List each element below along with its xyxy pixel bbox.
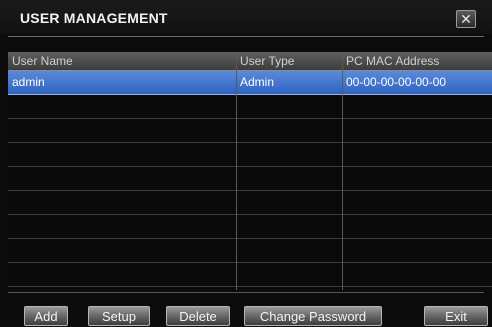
title-divider [8,36,484,37]
title-bar: USER MANAGEMENT ✕ [0,0,492,34]
cell-user-name: admin [12,75,45,89]
user-table: User Name User Type PC MAC Address admin… [8,52,492,290]
cell-user-type: Admin [240,75,275,89]
column-header-mac-address[interactable]: PC MAC Address [346,52,486,71]
change-password-button[interactable]: Change Password [244,306,382,326]
delete-button[interactable]: Delete [166,306,230,326]
column-divider [236,52,237,290]
table-row[interactable] [8,167,492,191]
user-management-dialog: USER MANAGEMENT ✕ User Name User Type PC… [0,0,492,326]
add-button[interactable]: Add [24,306,68,326]
table-header: User Name User Type PC MAC Address [8,52,492,71]
column-divider [342,52,343,290]
table-row[interactable] [8,215,492,239]
footer-divider [8,292,484,293]
exit-button[interactable]: Exit [424,306,488,326]
close-icon: ✕ [460,11,472,27]
column-header-user-name[interactable]: User Name [12,52,234,71]
table-row[interactable] [8,191,492,215]
table-row[interactable] [8,263,492,287]
setup-button[interactable]: Setup [88,306,150,326]
table-row[interactable] [8,95,492,119]
table-row[interactable] [8,143,492,167]
column-header-user-type[interactable]: User Type [240,52,340,71]
table-row[interactable] [8,119,492,143]
table-row[interactable]: admin Admin 00-00-00-00-00-00 [8,71,492,95]
close-button[interactable]: ✕ [456,10,476,28]
table-row[interactable] [8,239,492,263]
dialog-title: USER MANAGEMENT [20,10,168,26]
cell-mac-address: 00-00-00-00-00-00 [346,75,447,89]
